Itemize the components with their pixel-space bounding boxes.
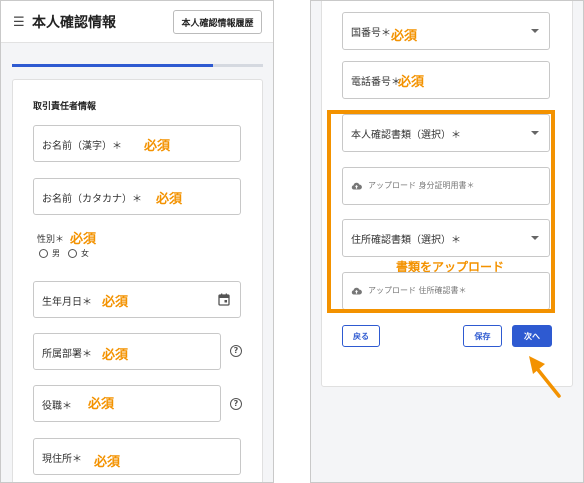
gender-male-radio[interactable] [39, 249, 48, 258]
address-field[interactable]: 現住所＊ [33, 438, 241, 475]
name-kanji-label: お名前（漢字）＊ [42, 141, 122, 152]
page-title: 本人確認情報 [32, 15, 116, 31]
section-title: 取引責任者情報 [33, 102, 97, 112]
calendar-icon[interactable] [218, 293, 230, 306]
upload-highlight-box [327, 110, 555, 313]
menu-icon[interactable]: ☰ [13, 15, 25, 30]
app-header: ☰ 本人確認情報 本人確認情報履歴 [1, 1, 273, 43]
phone-field[interactable]: 電話番号＊ [342, 61, 550, 99]
phone-label: 電話番号＊ [351, 77, 401, 88]
required-note: 必須 [144, 139, 171, 154]
progress-fill [12, 64, 213, 67]
back-button[interactable]: 戻る [342, 325, 380, 347]
help-icon[interactable]: ? [230, 398, 242, 410]
gender-female-label: 女 [81, 249, 89, 258]
help-icon[interactable]: ? [230, 345, 242, 357]
birthdate-field[interactable]: 生年月日＊ [33, 281, 241, 318]
next-button[interactable]: 次へ [512, 325, 552, 347]
position-field[interactable]: 役職＊ [33, 385, 221, 422]
history-button[interactable]: 本人確認情報履歴 [173, 10, 262, 34]
birthdate-label: 生年月日＊ [42, 297, 92, 308]
required-note: 必須 [391, 29, 418, 44]
gender-label: 性別＊ [37, 235, 65, 245]
progress-bar [12, 64, 263, 67]
required-note: 必須 [156, 192, 183, 207]
gender-options: 男 女 [39, 248, 89, 259]
position-label: 役職＊ [42, 401, 72, 412]
name-kana-label: お名前（カタカナ）＊ [42, 194, 142, 205]
country-code-select[interactable]: 国番号＊ [342, 12, 550, 50]
arrow-annotation-icon [529, 356, 561, 398]
required-note: 必須 [398, 75, 425, 90]
address-label: 現住所＊ [42, 454, 82, 465]
required-note: 必須 [102, 295, 129, 310]
required-note: 必須 [88, 397, 115, 412]
country-code-label: 国番号＊ [351, 28, 391, 39]
required-note: 必須 [70, 232, 97, 247]
name-kana-field[interactable]: お名前（カタカナ）＊ [33, 178, 241, 215]
required-note: 必須 [94, 455, 121, 470]
chevron-down-icon [531, 29, 539, 33]
department-label: 所属部署＊ [42, 349, 92, 360]
name-kanji-field[interactable]: お名前（漢字）＊ [33, 125, 241, 162]
gender-male-label: 男 [52, 249, 60, 258]
left-screen: ☰ 本人確認情報 本人確認情報履歴 取引責任者情報 お名前（漢字）＊ 必須 お名… [0, 0, 274, 483]
save-button[interactable]: 保存 [463, 325, 502, 347]
required-note: 必須 [102, 348, 129, 363]
gender-female-radio[interactable] [68, 249, 77, 258]
